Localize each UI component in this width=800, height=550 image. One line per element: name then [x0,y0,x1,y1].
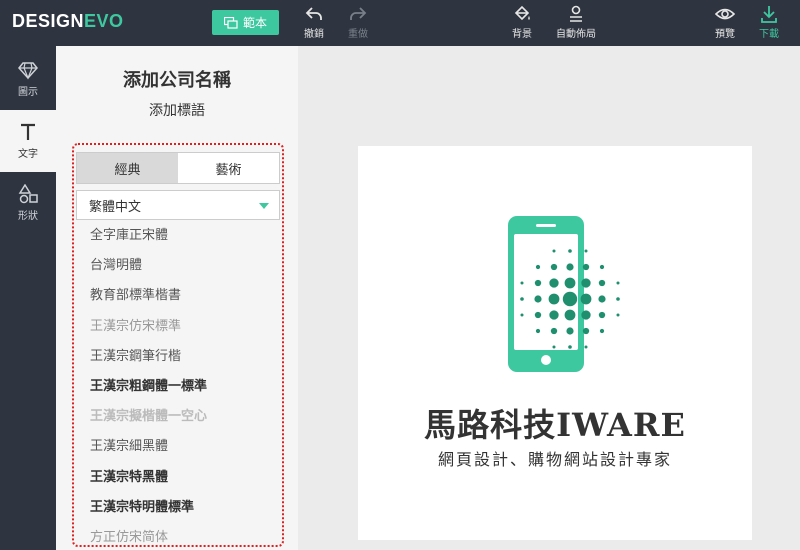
font-item[interactable]: 王漢宗粗鋼體一標準 [76,372,280,402]
download-button[interactable]: 下載 [759,4,779,40]
signal-dot [582,327,590,335]
tab-classic[interactable]: 經典 [77,153,178,183]
preview-button[interactable]: 預覽 [715,4,735,40]
signal-dot [566,263,574,271]
sidebar-item-label: 圖示 [18,87,38,98]
background-button[interactable]: 背景 [512,4,532,40]
sidebar-item-label: 形狀 [18,211,38,222]
signal-dot [548,293,560,305]
signal-dot [598,295,606,303]
redo-button[interactable]: 重做 [348,4,368,40]
signal-dot [616,313,620,317]
left-rail: 圖示 文字 形狀 [0,46,56,550]
undo-label: 撤銷 [304,29,324,40]
signal-dot [520,281,524,285]
diamond-icon [18,62,38,80]
signal-dot [599,264,605,270]
auto-layout-button[interactable]: 自動佈局 [556,4,596,40]
font-item[interactable]: 王漢宗仿宋標準 [76,312,280,342]
language-select[interactable]: 繁體中文 [76,190,280,220]
language-select-value: 繁體中文 [89,199,142,215]
download-icon [761,6,777,23]
font-item[interactable]: 全字庫正宋體 [76,221,280,251]
signal-dot [534,311,542,319]
paint-bucket-icon [514,5,530,21]
signal-dot [520,313,524,317]
font-item[interactable]: 王漢宗擬楷體一空心 [76,402,280,432]
signal-dot [598,311,606,319]
signal-dot [562,291,578,307]
company-name-text[interactable]: 馬路科技IWARE [358,400,752,446]
auto-layout-icon [570,5,582,22]
smartphone-signal-icon[interactable] [498,214,628,376]
shapes-icon [18,184,38,204]
signal-dot [564,277,576,289]
chevron-down-icon [259,203,269,209]
add-tagline-button[interactable]: 添加標語 [56,100,298,120]
background-label: 背景 [512,29,532,40]
undo-icon [305,7,322,20]
signal-dot [581,310,591,320]
preview-label: 預覽 [715,29,735,40]
signal-dot [534,279,542,287]
signal-dot [582,263,590,271]
signal-dot [598,279,606,287]
signal-dot [568,345,572,349]
phone-speaker [536,224,556,227]
templates-button[interactable]: 範本 [212,10,279,35]
signal-dot [581,278,591,288]
redo-label: 重做 [348,29,368,40]
signal-dot [568,249,572,253]
signal-dot [550,327,558,335]
signal-dot [616,297,620,301]
text-panel: 添加公司名稱 添加標語 經典 藝術 繁體中文 全字庫正宋體 台灣明體 教育部標準… [56,46,298,550]
sidebar-item-shapes[interactable]: 形狀 [0,172,56,234]
font-item[interactable]: 王漢宗特黑體 [76,463,280,493]
signal-dot [566,327,574,335]
signal-dot [549,310,559,320]
slogan-text[interactable]: 網頁設計、購物網站設計專家 [358,446,752,470]
tab-artistic[interactable]: 藝術 [178,153,279,183]
font-item[interactable]: 王漢宗鋼筆行楷 [76,342,280,372]
font-item[interactable]: 教育部標準楷書 [76,281,280,311]
font-item[interactable]: 台灣明體 [76,251,280,281]
templates-label: 範本 [242,16,267,30]
sidebar-item-text[interactable]: 文字 [0,110,56,172]
download-label: 下載 [759,29,779,40]
sidebar-item-label: 文字 [18,149,38,160]
phone-home-button [541,355,551,365]
signal-dot [584,345,588,349]
signal-dot [580,293,592,305]
redo-icon [350,7,367,20]
font-list: 全字庫正宋體 台灣明體 教育部標準楷書 王漢宗仿宋標準 王漢宗鋼筆行楷 王漢宗粗… [76,221,280,550]
top-toolbar: DESIGNEVO 範本 撤銷 重做 背景 自動佈局 預覽 下載 [0,0,800,46]
signal-dot [599,328,605,334]
signal-dot [535,264,541,270]
templates-icon [223,16,238,29]
font-item[interactable]: 方正仿宋简体 [76,523,280,550]
eye-icon [715,8,735,20]
add-company-name-button[interactable]: 添加公司名稱 [56,66,298,92]
signal-dot [616,281,620,285]
signal-dot [584,249,588,253]
font-item[interactable]: 王漢宗細黑體 [76,432,280,462]
signal-dot [534,295,542,303]
logo-canvas[interactable]: 馬路科技IWARE 網頁設計、購物網站設計專家 [358,146,752,540]
signal-dot [552,345,556,349]
undo-button[interactable]: 撤銷 [304,4,324,40]
font-item[interactable]: 王漢宗特明體標準 [76,493,280,523]
signal-dot [535,328,541,334]
signal-dot [549,278,559,288]
signal-dot [552,249,556,253]
auto-layout-label: 自動佈局 [556,29,596,40]
designevo-logo[interactable]: DESIGNEVO [12,11,124,32]
signal-dot [550,263,558,271]
text-icon [21,123,35,140]
sidebar-item-icons[interactable]: 圖示 [0,48,56,110]
signal-dot [564,309,576,321]
font-category-tabs: 經典 藝術 [76,152,280,184]
signal-dot [520,297,524,301]
